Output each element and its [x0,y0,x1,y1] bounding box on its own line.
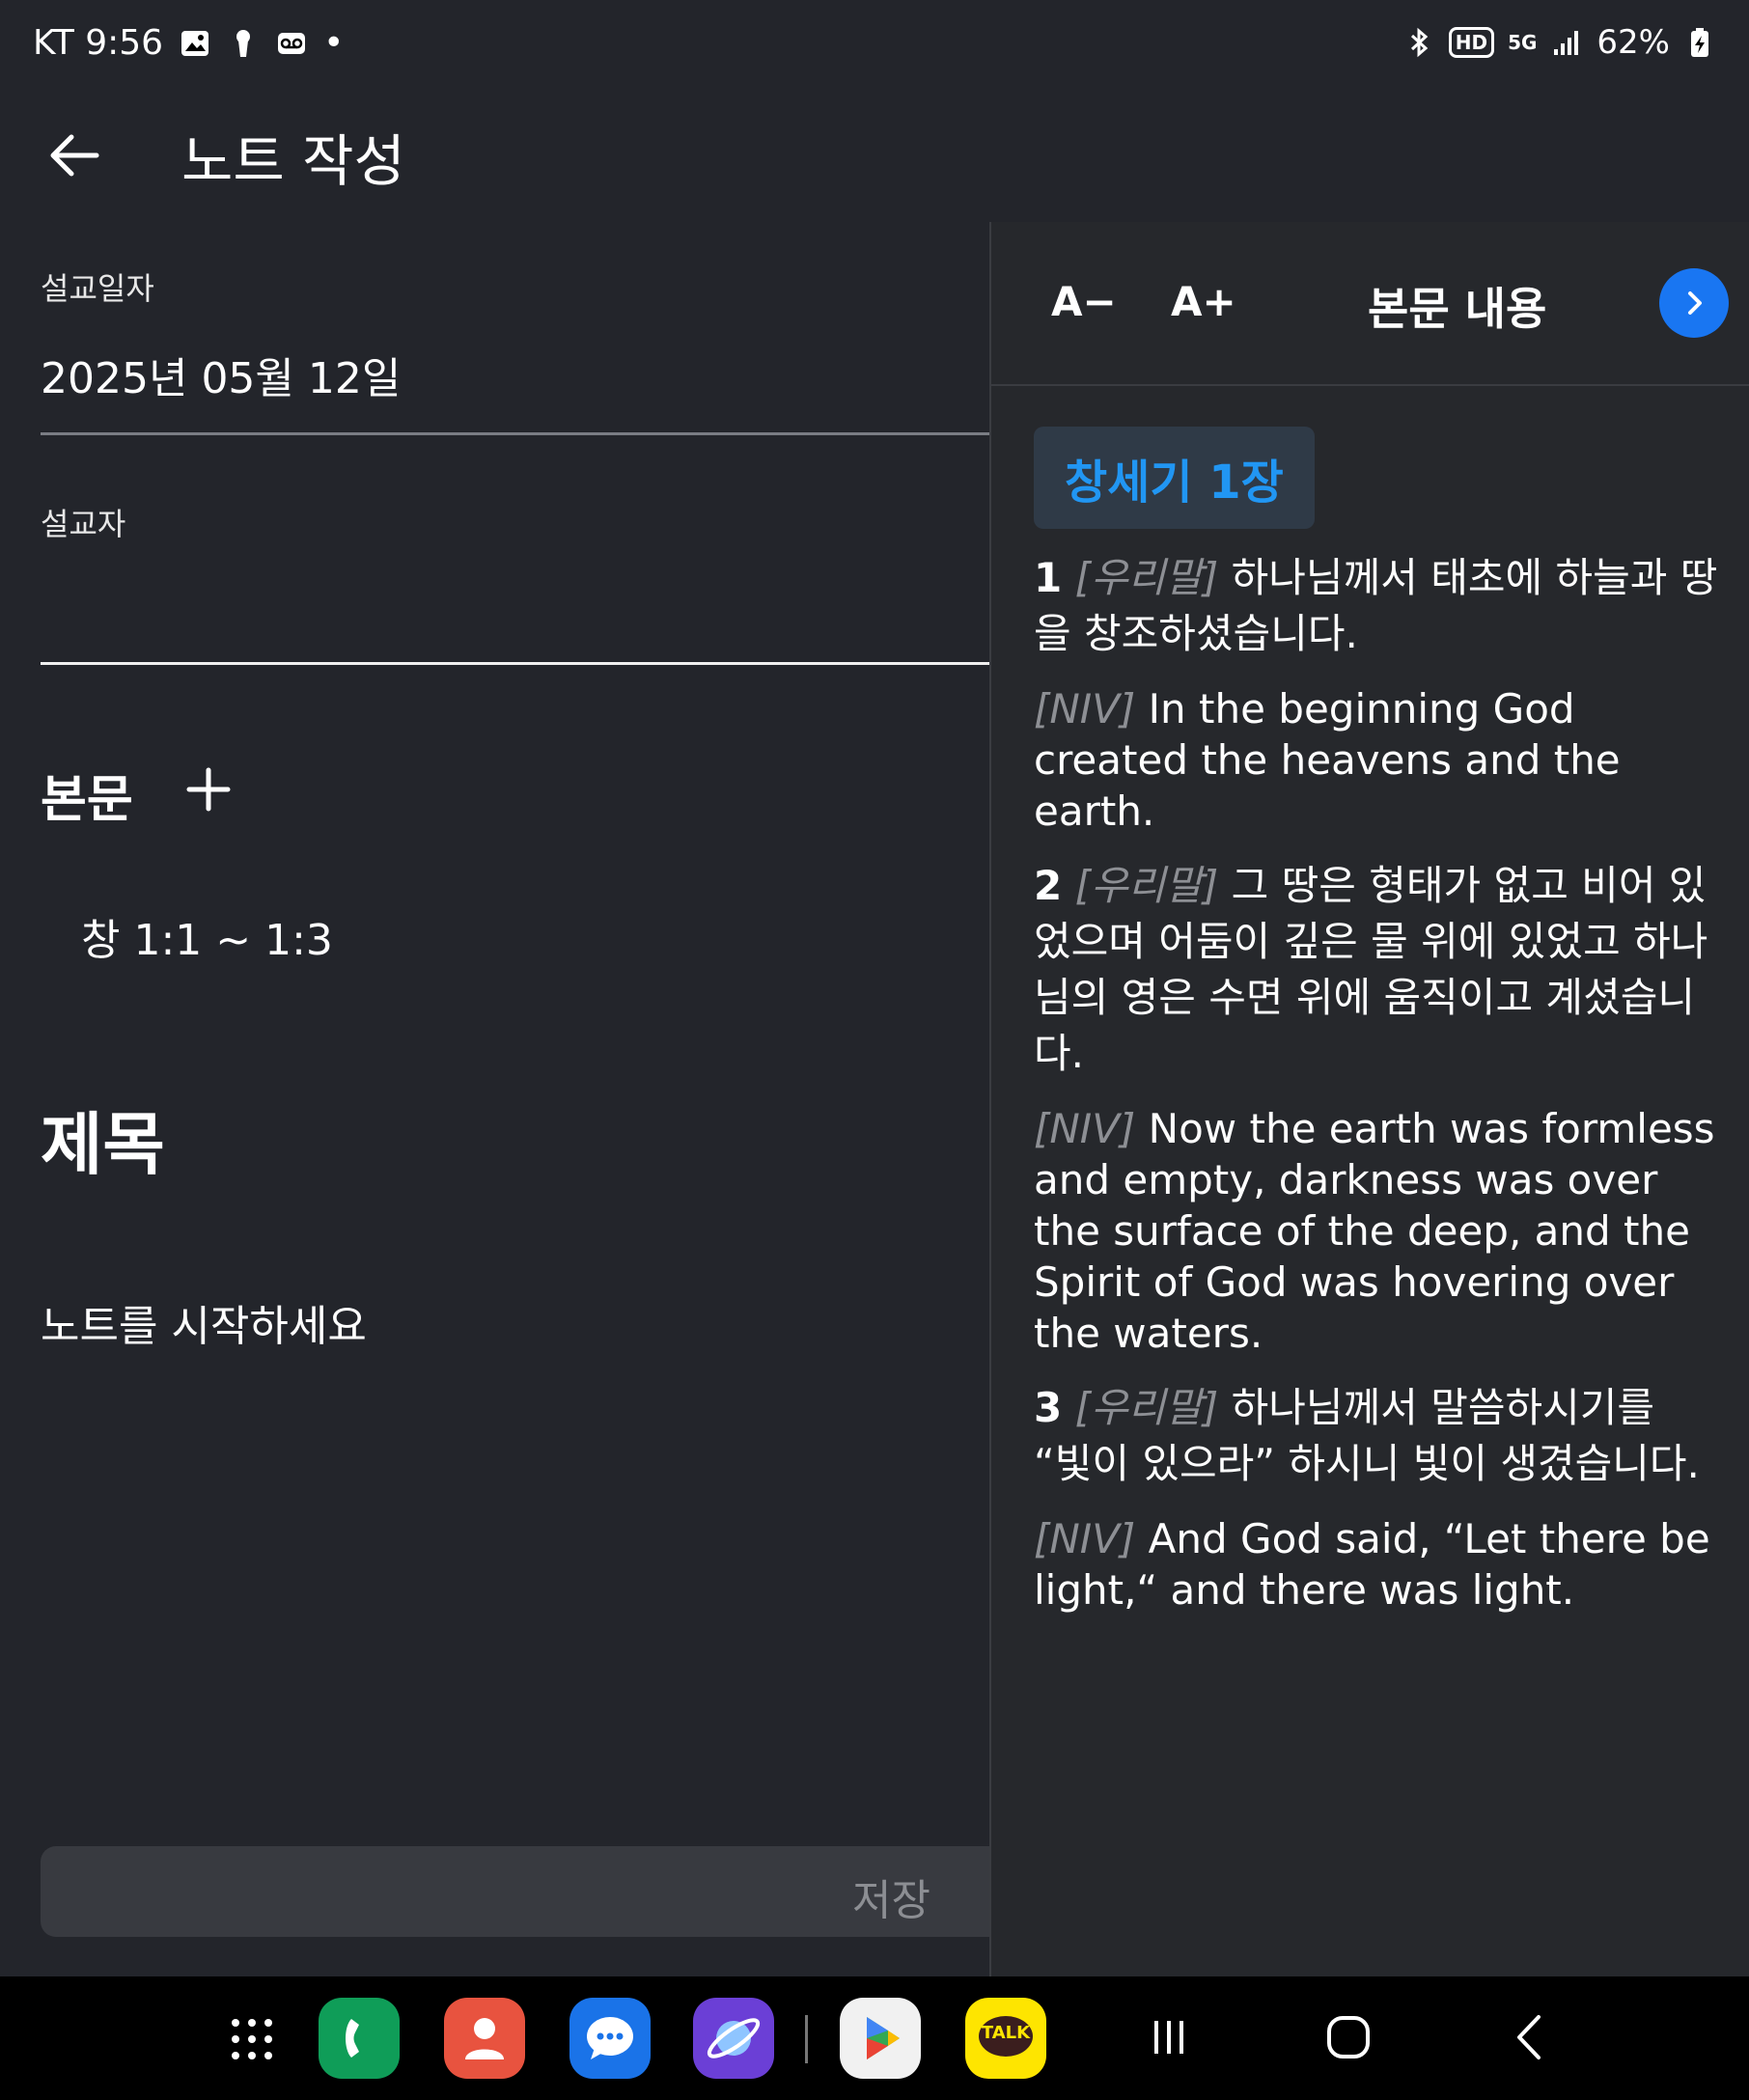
verse-number: 2 [1034,862,1063,909]
verse-2-niv: [NIV] Now the earth was formless and emp… [1034,1103,1719,1359]
passage-section-title: 본문 [41,771,133,829]
date-label: 설교일자 [41,270,154,307]
save-button-label: 저장 [852,1876,930,1925]
battery-charging-icon [1691,28,1708,57]
panel-title: 본문 내용 [1368,283,1547,335]
font-increase-button[interactable]: A+ [1171,278,1236,325]
verse-3-korean: 3 [우리말] 하나님께서 말씀하시기를 “빛이 있으라” 하시니 빛이 생겼습… [1034,1380,1719,1492]
keyhole-icon [236,29,251,57]
verse-text: And God said, “Let there be light,“ and … [1034,1515,1710,1614]
hd-voice-icon: HD [1448,27,1495,58]
internet-app-icon[interactable] [693,1998,774,2079]
translation-tag: [우리말] [1074,862,1219,909]
kakaotalk-app-icon[interactable]: TALK [965,1998,1046,2079]
page-title: 노트 작성 [181,128,405,194]
status-bar: KT 9:56 • HD 5G 62% [0,0,1749,97]
note-body-input[interactable]: 노트를 시작하세요 [41,1291,967,1774]
carrier-time: KT 9:56 [33,23,164,63]
verse-number: 1 [1034,554,1063,601]
translation-tag: [우리말] [1074,554,1219,601]
home-icon[interactable] [1322,2011,1374,2063]
5g-icon: 5G [1508,31,1538,54]
notification-dot: • [323,23,345,63]
font-decrease-button[interactable]: A− [1051,278,1117,325]
save-button[interactable]: 저장 [41,1846,1006,1937]
app-drawer-icon[interactable] [228,2015,276,2063]
passage-item[interactable]: 창 1:1 ~ 1:3 [81,905,333,967]
note-title-input[interactable]: 제목 [41,1091,165,1188]
battery-percent: 62% [1596,23,1670,62]
verse-1-korean: 1 [우리말] 하나님께서 태초에 하늘과 땅을 창조하셨습니다. [1034,550,1719,662]
app-bar: 노트 작성 [0,97,1749,222]
verse-number: 3 [1034,1384,1063,1431]
navigation-bar: TALK [0,1976,1749,2100]
translation-tag: [NIV] [1034,685,1136,732]
add-passage-plus-icon[interactable] [180,760,237,818]
panel-header: A− A+ 본문 내용 [991,222,1749,386]
translation-tag: [NIV] [1034,1515,1136,1562]
verse-3-niv: [NIV] And God said, “Let there be light,… [1034,1513,1719,1616]
gallery-icon [181,30,209,56]
scripture-panel: A− A+ 본문 내용 창세기 1장 1 [우리말] 하나님께서 태초에 하늘과… [989,222,1749,1976]
chapter-badge: 창세기 1장 [1034,427,1315,529]
verse-1-niv: [NIV] In the beginning God created the h… [1034,683,1719,837]
contacts-app-icon[interactable] [444,1998,525,2079]
play-store-app-icon[interactable] [840,1998,921,2079]
date-field[interactable]: 2025년 05월 12일 [41,344,401,405]
kakaotalk-label: TALK [981,2023,1031,2043]
status-left: KT 9:56 • [33,23,344,63]
translation-tag: [우리말] [1074,1384,1219,1431]
dock-divider [805,2015,808,2063]
preacher-field[interactable] [41,569,989,647]
verse-text: Now the earth was formless and empty, da… [1034,1105,1715,1357]
date-underline [41,432,989,435]
voicemail-icon [278,32,306,54]
back-nav-icon[interactable] [1506,2011,1554,2063]
verse-list: 1 [우리말] 하나님께서 태초에 하늘과 땅을 창조하셨습니다. [NIV] … [1034,550,1719,1637]
preacher-label: 설교자 [41,506,126,542]
play-triangle-icon [867,2017,900,2059]
back-arrow-icon[interactable] [41,122,108,189]
recent-apps-icon[interactable] [1145,2013,1193,2061]
phone-handset-icon [346,2019,359,2058]
chevron-right-icon [1688,291,1702,315]
planet-icon [707,2018,761,2059]
phone-app-icon[interactable] [319,1998,400,2079]
bluetooth-icon [1410,27,1428,58]
signal-icon [1554,31,1579,55]
next-button[interactable] [1659,268,1729,338]
status-right: HD 5G 62% [1402,23,1716,62]
preacher-underline [41,662,989,665]
translation-tag: [NIV] [1034,1105,1136,1152]
verse-2-korean: 2 [우리말] 그 땅은 형태가 없고 비어 있었으며 어둠이 깊은 물 위에 … [1034,858,1719,1082]
person-icon [465,2018,504,2059]
chat-bubble-icon [587,2017,633,2059]
messages-app-icon[interactable] [569,1998,651,2079]
